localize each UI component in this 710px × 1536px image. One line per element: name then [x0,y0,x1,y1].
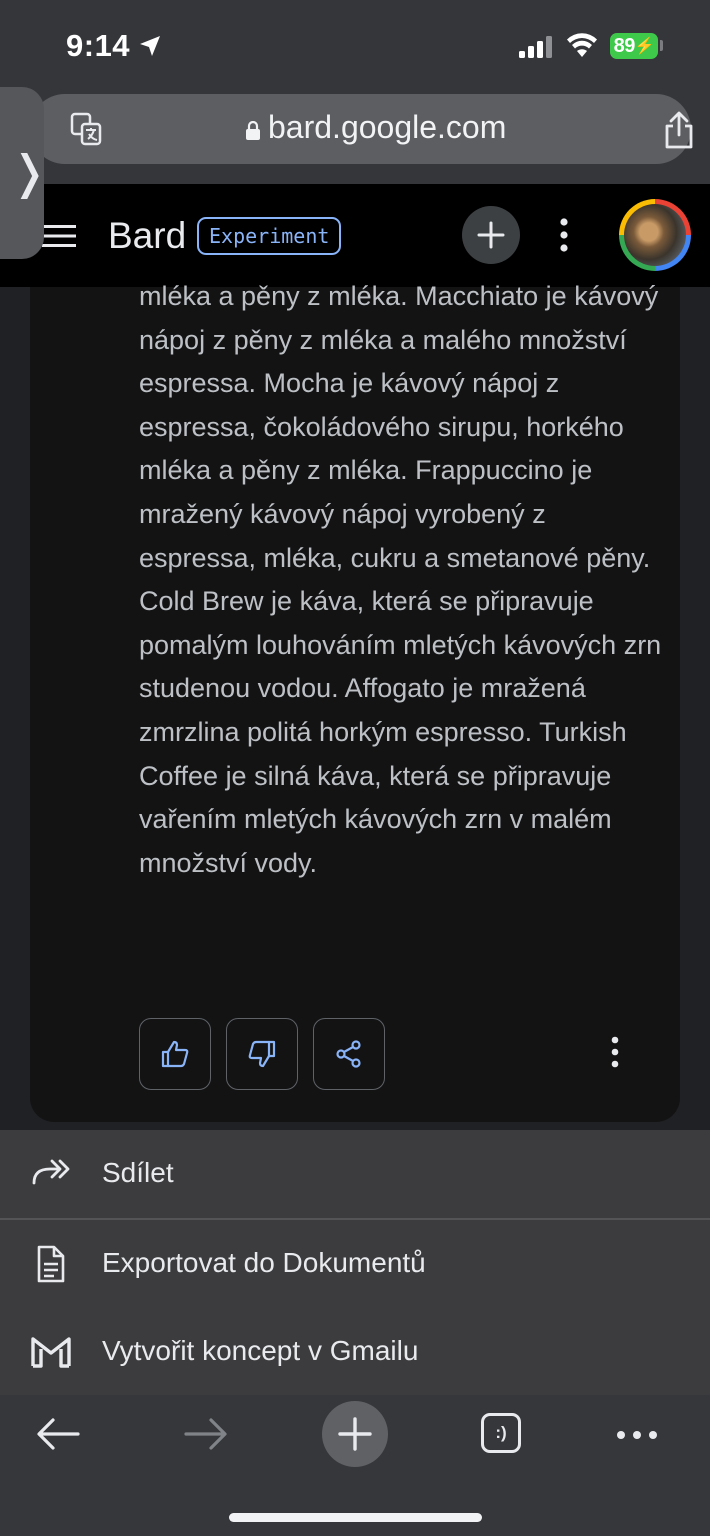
app-header: Bard Experiment [0,184,710,287]
gmail-icon [31,1337,71,1368]
share-nodes-icon [336,1040,361,1068]
new-chat-button[interactable] [462,206,520,264]
menu-item-label: Sdílet [102,1157,174,1188]
thumbs-down-icon [248,1040,276,1068]
forward-arrow-icon[interactable] [184,1417,228,1451]
menu-item-export-docs[interactable]: Exportovat do Dokumentů [0,1220,710,1308]
avatar [624,204,686,266]
thumbs-up-button[interactable] [139,1018,211,1090]
address-bar[interactable]: bard.google.com [30,94,693,164]
charging-bolt-icon: ⚡ [634,38,655,55]
url-text: bard.google.com [268,109,507,145]
share-forward-icon [32,1159,70,1185]
docs-icon [37,1245,65,1283]
tab-switcher-button[interactable]: :) [481,1413,521,1453]
back-arrow-icon[interactable] [36,1417,80,1451]
browser-address-area: bard.google.com [0,92,710,184]
tab-switcher-label: :) [495,1423,507,1442]
share-icon[interactable] [662,110,696,150]
battery-cap [660,40,663,51]
response-text: mléka a pěny z mléka. Macchiato je kávov… [139,281,662,878]
share-response-button[interactable] [313,1018,385,1090]
cellular-signal-icon [519,36,552,58]
more-horiz-icon[interactable] [615,1429,659,1441]
response-card: mléka a pěny z mléka. Macchiato je kávov… [30,281,680,1122]
app-title: Bard [108,215,187,256]
chevron-right-icon: ❭ [10,145,49,199]
menu-item-gmail-draft[interactable]: Vytvořit koncept v Gmailu [0,1308,710,1396]
browser-toolbar: :) [0,1395,710,1536]
hamburger-menu-icon[interactable] [42,224,76,248]
wifi-icon [567,33,597,57]
experiment-badge: Experiment [197,217,342,255]
status-time: 9:14 [66,28,131,63]
battery-indicator: 89 ⚡ [610,33,658,59]
plus-icon [477,221,505,249]
menu-item-label: Vytvořit koncept v Gmailu [102,1335,419,1366]
side-panel-handle[interactable]: ❭ [0,87,49,259]
share-menu: Sdílet Exportovat do Dokumentů Vytvořit … [0,1130,710,1395]
thumbs-up-icon [161,1040,189,1068]
menu-item-share[interactable]: Sdílet [0,1130,710,1220]
lock-icon [246,121,260,140]
status-bar: 9:14 89 ⚡ [0,0,710,92]
menu-item-label: Exportovat do Dokumentů [102,1247,426,1278]
home-indicator [229,1513,482,1522]
new-tab-button[interactable] [322,1401,388,1467]
translate-icon[interactable] [70,112,102,146]
thumbs-down-button[interactable] [226,1018,298,1090]
account-avatar-button[interactable] [619,199,691,271]
more-vert-icon[interactable] [549,216,579,254]
more-options-icon[interactable] [606,1035,624,1069]
location-arrow-icon [140,36,160,56]
battery-level: 89 [613,34,636,57]
plus-icon [338,1417,372,1451]
